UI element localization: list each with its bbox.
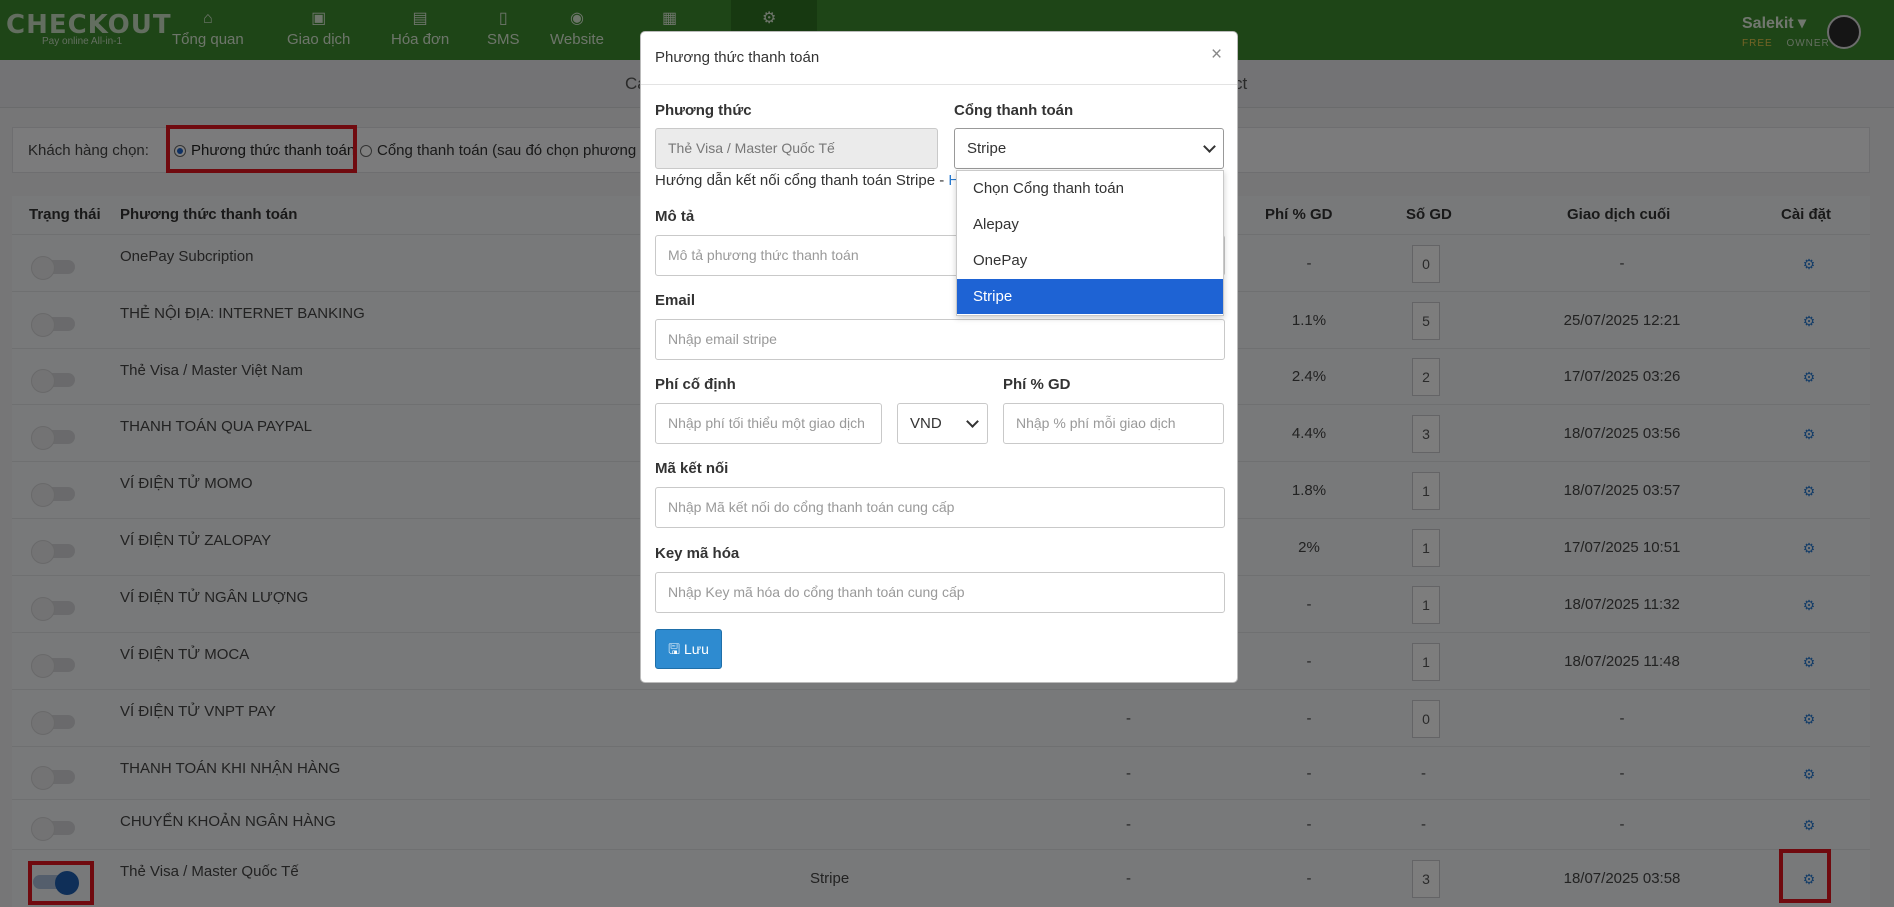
gateway-select[interactable]: Stripe: [954, 128, 1224, 169]
encryption-key-input[interactable]: Nhập Key mã hóa do cổng thanh toán cung …: [655, 572, 1225, 613]
desc-label: Mô tả: [655, 208, 695, 225]
gateway-option[interactable]: OnePay: [957, 243, 1223, 278]
gateway-select-value: Stripe: [967, 140, 1007, 157]
chevron-down-icon: [966, 415, 979, 428]
gateway-guide: Hướng dẫn kết nối cổng thanh toán Stripe…: [655, 172, 969, 189]
email-label: Email: [655, 292, 696, 309]
fixed-fee-input[interactable]: Nhập phí tối thiểu một giao dịch: [655, 403, 882, 444]
chevron-down-icon: [1203, 140, 1216, 153]
save-button[interactable]: 🖫 Lưu: [655, 629, 722, 669]
method-field: Thẻ Visa / Master Quốc Tế: [655, 128, 938, 169]
gateway-option[interactable]: Chọn Cổng thanh toán: [957, 171, 1223, 206]
modal-title: Phương thức thanh toán: [655, 49, 820, 66]
fee-pct-label: Phí % GD: [1003, 376, 1071, 393]
encryption-key-label: Key mã hóa: [655, 545, 740, 562]
method-label: Phương thức: [655, 102, 752, 119]
connect-code-label: Mã kết nối: [655, 460, 729, 477]
payment-method-modal: Phương thức thanh toán × Phương thức Thẻ…: [640, 31, 1238, 683]
gateway-label: Cổng thanh toán: [954, 102, 1074, 119]
save-button-label: Lưu: [683, 641, 709, 657]
gateway-option[interactable]: Alepay: [957, 207, 1223, 242]
currency-select[interactable]: VND: [897, 403, 988, 444]
fee-pct-input[interactable]: Nhập % phí mỗi giao dịch: [1003, 403, 1224, 444]
gateway-guide-text: Hướng dẫn kết nối cổng thanh toán Stripe…: [655, 172, 949, 189]
gateway-option-selected[interactable]: Stripe: [957, 279, 1223, 314]
connect-code-input[interactable]: Nhập Mã kết nối do cổng thanh toán cung …: [655, 487, 1225, 528]
currency-value: VND: [910, 415, 942, 432]
save-icon: 🖫: [668, 641, 681, 657]
email-input[interactable]: Nhập email stripe: [655, 319, 1225, 360]
modal-divider: [641, 84, 1237, 85]
close-icon[interactable]: ×: [1211, 44, 1222, 66]
gateway-dropdown-list: Chọn Cổng thanh toán Alepay OnePay Strip…: [956, 170, 1224, 316]
fixed-fee-label: Phí cố định: [655, 376, 736, 393]
